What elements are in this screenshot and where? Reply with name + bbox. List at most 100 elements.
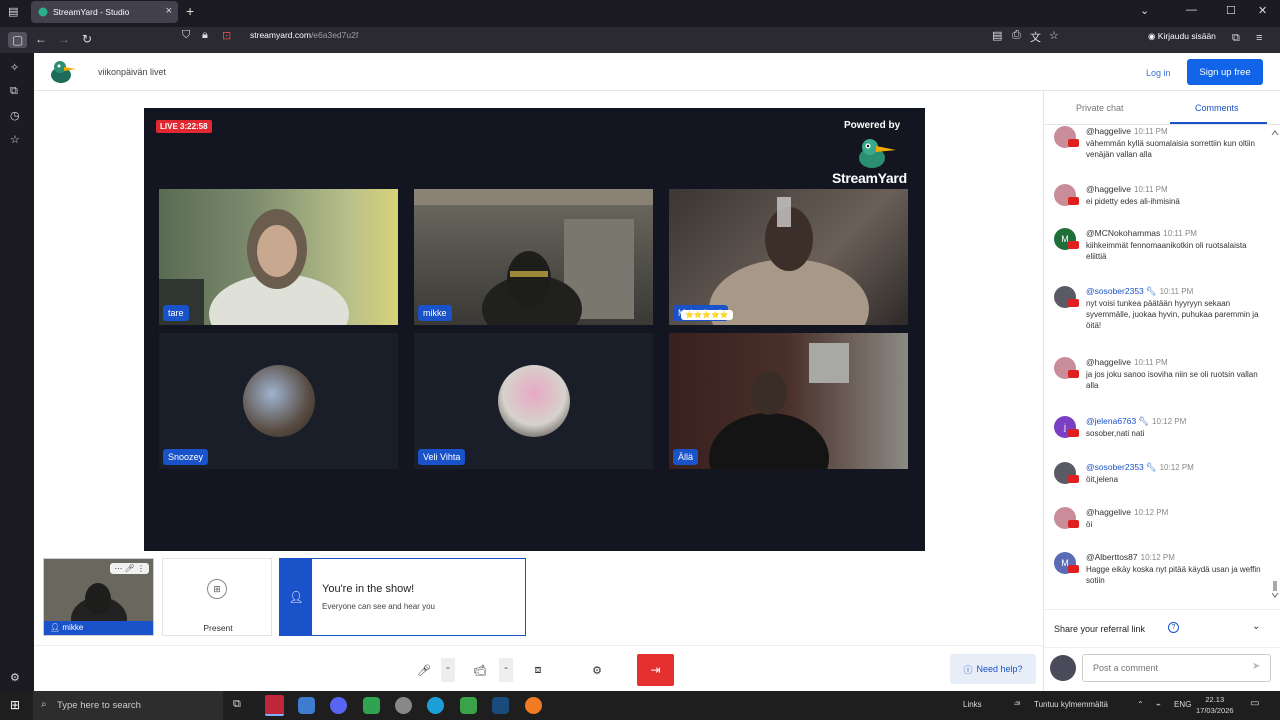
notifications-icon[interactable]: ▭ (1250, 698, 1259, 709)
present-label: Present (203, 623, 233, 633)
tab-overflow-icon[interactable]: ⌄ (1140, 4, 1149, 17)
browser-tabbar: ▤ StreamYard - Studio × + ⌄ — ☐ ✕ (0, 0, 1280, 24)
microphone-icon[interactable]: 🎤︎ (412, 658, 436, 682)
comment-header: @haggelive 10:11 PM (1086, 357, 1168, 367)
window-close-icon[interactable]: ✕ (1258, 4, 1267, 17)
self-camera-preview[interactable]: ⋯ 🎤︎ ⋮ 👤︎ mikke (43, 558, 154, 636)
comment-text: ei pidetty edes ali-ihmisinä (1086, 197, 1180, 206)
comment-text: ja jos joku sanoo isoviha niin se oli ru… (1086, 370, 1258, 390)
language-indicator[interactable]: ENG (1174, 700, 1191, 709)
sidebar-toggle-icon[interactable]: ▢ (8, 32, 28, 48)
maximize-icon[interactable]: ☐ (1226, 4, 1236, 17)
comment-author: @haggelive (1086, 184, 1132, 194)
participant-tile[interactable]: Ällä (669, 333, 908, 469)
comment-input[interactable] (1082, 654, 1271, 682)
self-name-bar: 👤︎ mikke (44, 621, 153, 635)
firefox-app-icon[interactable] (525, 697, 542, 714)
links-toolbar-label[interactable]: Links (963, 700, 982, 709)
participant-tile[interactable]: Snoozey (159, 333, 398, 469)
history-icon[interactable]: ◷ (10, 109, 20, 122)
participant-name: Ällä (673, 449, 699, 465)
permissions-icon[interactable]: ⊡ (222, 29, 231, 42)
play-app-icon[interactable] (460, 697, 477, 714)
chevron-down-icon[interactable]: ⌄ (1252, 621, 1260, 632)
self-camera-controls[interactable]: ⋯ 🎤︎ ⋮ (110, 563, 149, 574)
synced-tabs-icon[interactable]: ⧉ (10, 85, 18, 98)
streamyard-logo-icon (51, 61, 76, 83)
steam-app-icon[interactable] (492, 697, 509, 714)
taskbar-search-placeholder: Type here to search (57, 700, 141, 711)
tray-chevron-icon[interactable]: ⌃ (1137, 700, 1144, 709)
comment-time: 10:11 PM (1134, 358, 1168, 367)
translate-icon[interactable]: 文 (1030, 29, 1041, 45)
shield-icon[interactable]: ⛉ (182, 29, 190, 42)
self-name: mikke (62, 623, 84, 632)
streamyard-page: viikonpäivän livet Log in Sign up free L… (34, 53, 1280, 691)
comments-scrollbar[interactable] (1271, 129, 1279, 599)
streamyard-duck-logo-icon (859, 139, 896, 168)
browser-tab[interactable]: StreamYard - Studio × (31, 1, 178, 23)
reload-icon[interactable]: ↻ (82, 32, 92, 46)
url-host: streamyard.com (250, 30, 311, 40)
notes-app-icon[interactable] (298, 697, 315, 714)
mic-options-chevron-icon[interactable]: ⌃ (441, 658, 455, 682)
screenshot-icon[interactable]: ⎙ (1012, 29, 1021, 42)
tab-private-chat[interactable]: Private chat (1076, 103, 1124, 113)
settings-gear-icon[interactable]: ⚙ (585, 658, 609, 682)
taskbar-search[interactable]: ⌕ Type here to search (33, 691, 223, 720)
weather-text[interactable]: Tuntuu kylmemmältä (1034, 700, 1108, 709)
minimize-icon[interactable]: — (1186, 4, 1197, 16)
help-circle-icon[interactable]: ? (1168, 622, 1179, 633)
back-icon[interactable]: ← (35, 32, 47, 46)
lock-icon[interactable]: 🔒︎ (202, 29, 208, 42)
camera-options-chevron-icon[interactable]: ⌃ (499, 658, 513, 682)
url-bar[interactable]: ⛉ 🔒︎ ⊡ streamyard.com/e6a3ed7u2f ▤ ⎙ 文 ☆ (172, 29, 1072, 51)
streamyard-favicon-icon (38, 7, 48, 17)
weather-icon[interactable]: ⛅︎ (1014, 700, 1020, 710)
comment-time: 10:11 PM (1134, 185, 1168, 194)
bookmark-star-icon[interactable]: ☆ (1049, 29, 1059, 42)
camera-icon[interactable]: 📹︎ (468, 658, 492, 682)
account-button[interactable]: ◉ Kirjaudu sisään (1148, 31, 1216, 42)
tab-comments[interactable]: Comments (1195, 103, 1239, 113)
need-help-button[interactable]: ⓘ Need help? (950, 654, 1036, 684)
edge-app-icon[interactable] (427, 697, 444, 714)
present-button[interactable]: ⊞ Present (162, 558, 272, 636)
url-text[interactable]: streamyard.com/e6a3ed7u2f (250, 30, 358, 40)
ai-sparkle-icon[interactable]: ✧ (10, 61, 19, 74)
active-tab-indicator (1170, 122, 1267, 124)
share-screen-icon[interactable]: ⧈ (526, 658, 550, 682)
forward-icon[interactable]: → (58, 32, 70, 46)
youtube-badge-icon (1068, 139, 1079, 147)
send-icon[interactable]: ➤ (1252, 661, 1260, 672)
taskbar-clock[interactable]: 22.13 17/03/2026 (1196, 695, 1234, 716)
windows-start-icon[interactable]: ⊞ (10, 698, 20, 712)
customize-icon[interactable]: ⚙ (10, 671, 20, 684)
tab-list-icon[interactable]: ▤ (8, 5, 18, 18)
discord-app-icon[interactable] (330, 697, 347, 714)
green-app-icon[interactable] (363, 697, 380, 714)
new-tab-icon[interactable]: + (186, 3, 194, 19)
participant-tile[interactable]: Veli Vihta (414, 333, 653, 469)
network-icon[interactable]: ⌁ (1156, 700, 1161, 709)
shield-app-icon[interactable] (395, 697, 412, 714)
signup-button[interactable]: Sign up free (1187, 59, 1263, 85)
participant-tile[interactable]: tare (159, 189, 398, 325)
task-view-icon[interactable]: ⧉ (233, 698, 241, 711)
comment-text: öit,jelena (1086, 475, 1119, 484)
referral-section[interactable]: Share your referral link ? ⌄ (1044, 609, 1280, 645)
participant-tile[interactable]: Maja-töpsä ⭐⭐⭐⭐⭐ (669, 189, 908, 325)
close-tab-icon[interactable]: × (166, 5, 172, 17)
comment-text: Hagge eikäy koska nyt pitää käydä usan j… (1086, 565, 1261, 585)
youtube-badge-icon (1068, 299, 1079, 307)
leave-studio-button[interactable]: ⇥ (637, 654, 674, 686)
extensions-icon[interactable]: ⧉ (1232, 32, 1240, 45)
menu-icon[interactable]: ≡ (1256, 32, 1262, 44)
opera-app-icon[interactable] (265, 695, 284, 716)
participant-tile[interactable]: mikke (414, 189, 653, 325)
reader-view-icon[interactable]: ▤ (992, 29, 1002, 42)
youtube-badge-icon (1068, 565, 1079, 573)
bookmarks-icon[interactable]: ☆ (10, 133, 20, 146)
login-link[interactable]: Log in (1146, 68, 1171, 78)
participant-avatar (243, 365, 315, 437)
